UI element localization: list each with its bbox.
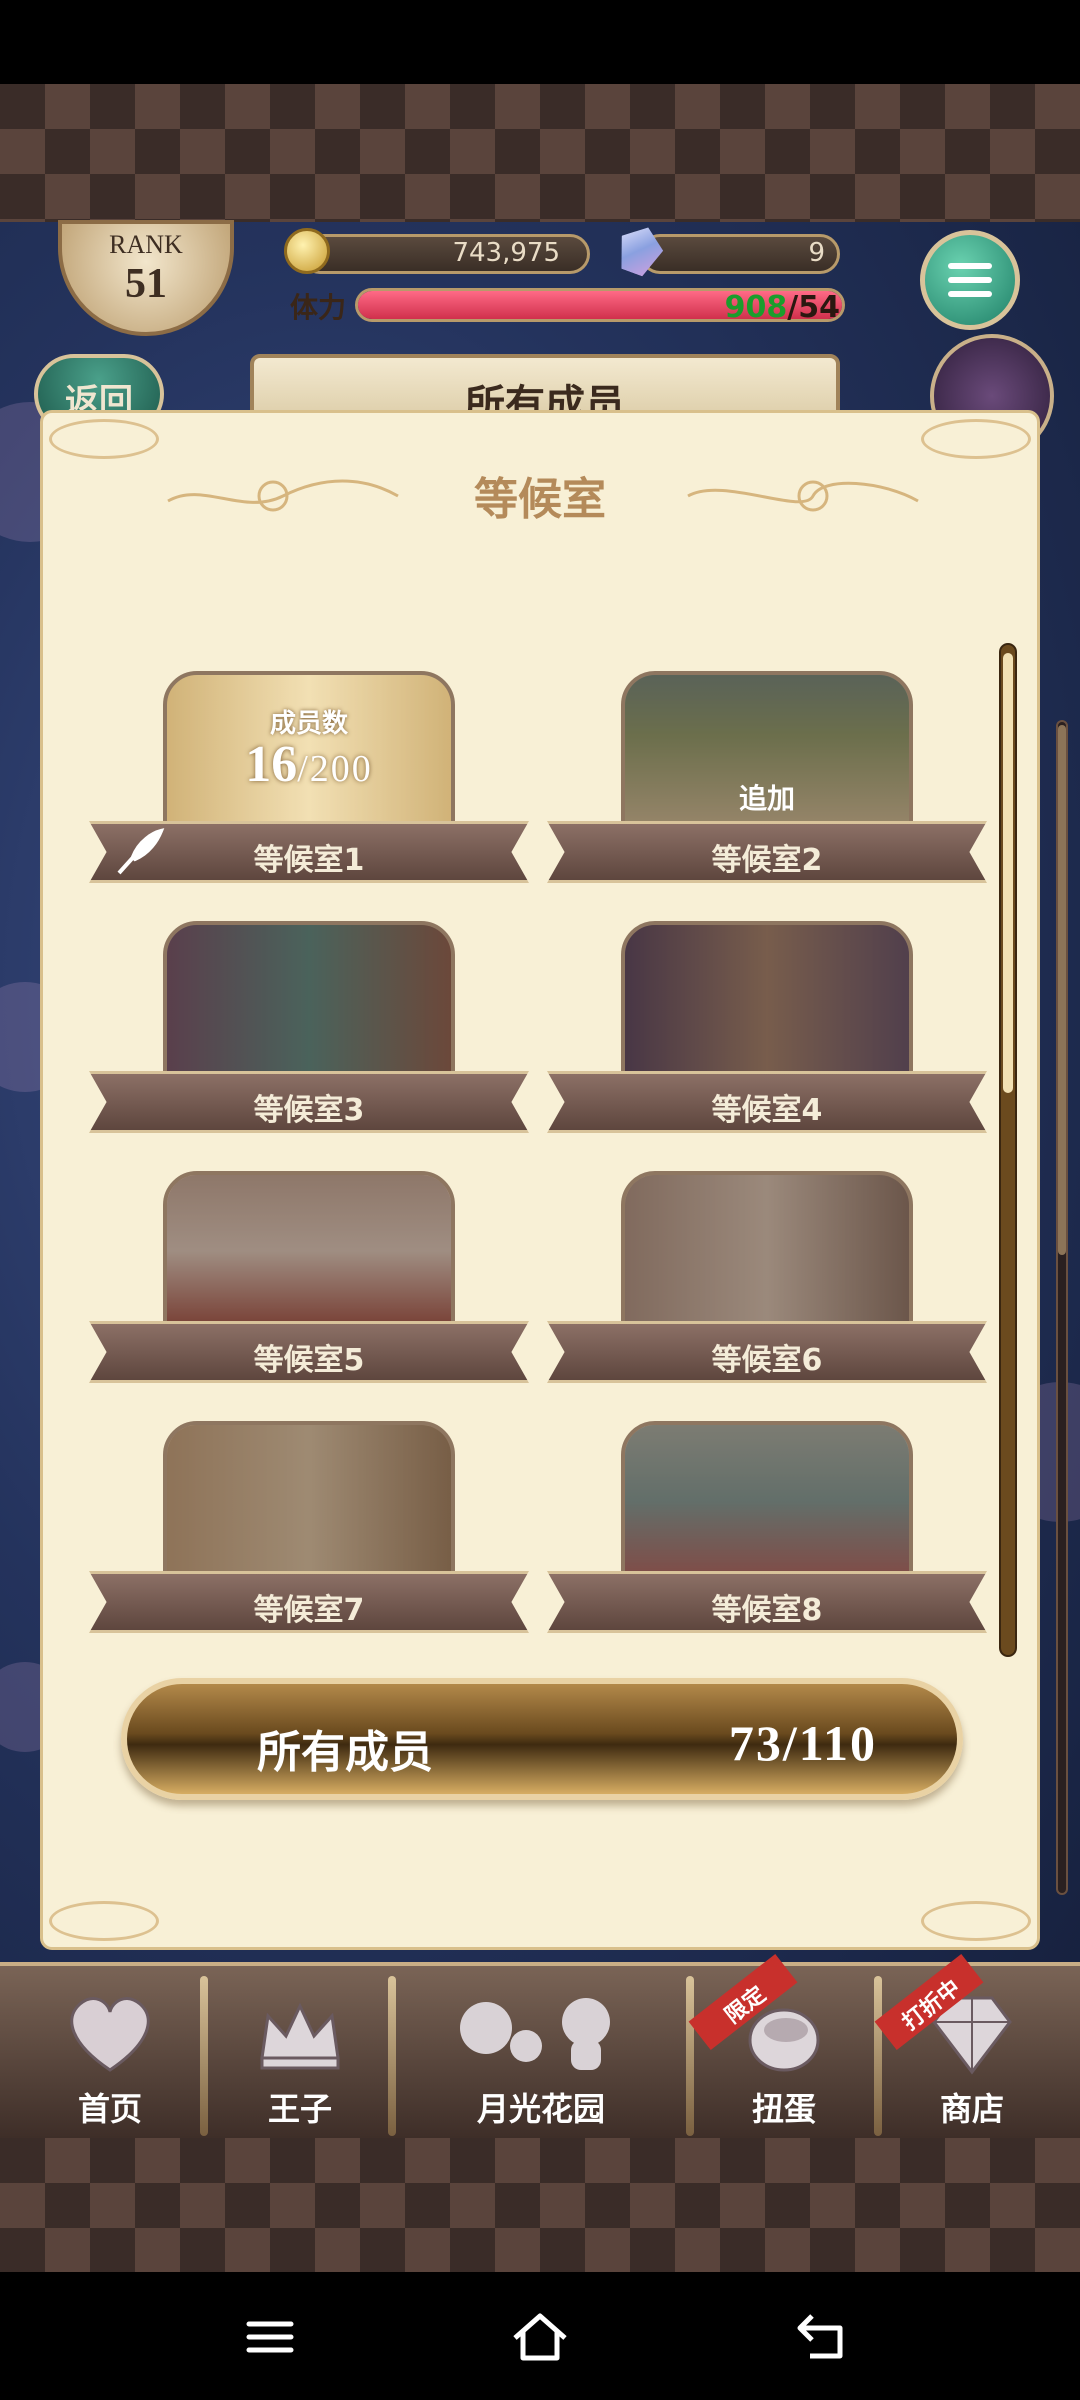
room-card-3[interactable]: 等候室3 [89,921,529,1133]
system-nav-bar [0,2272,1080,2400]
nav-label: 王子 [267,2090,332,2128]
heart-icon [70,1997,150,2072]
nav-divider [388,1976,396,2136]
room-name: 等候室6 [711,1343,823,1378]
gem-value: 9 [808,238,825,268]
corner-ornament-icon [921,419,1031,459]
room-thumbnail [163,1421,455,1581]
decorative-pattern-bottom [0,2138,1080,2272]
room-thumbnail [163,1171,455,1331]
nav-divider [200,1976,208,2136]
corner-ornament-icon [49,419,159,459]
outer-scrollbar-thumb[interactable] [1058,725,1066,1255]
nav-divider [874,1976,882,2136]
corner-ornament-icon [921,1901,1031,1941]
nav-label: 月光花园 [476,2090,605,2128]
nav-label: 首页 [77,2090,142,2128]
room-card-2[interactable]: 追加 等候室2 [547,671,987,883]
stamina-current: 908 [724,290,788,325]
room-card-7[interactable]: 等候室7 [89,1421,529,1633]
room-name: 等候室3 [253,1093,365,1128]
room-thumbnail [621,1421,913,1581]
room-name: 等候室5 [253,1343,365,1378]
rank-label: RANK [109,230,183,259]
room-name: 等候室2 [711,843,823,878]
nav-prince[interactable]: 王子 [210,1966,390,2142]
room-thumbnail [621,921,913,1081]
room-name: 等候室7 [253,1593,365,1628]
decorative-pattern-top [0,84,1080,222]
room-card-4[interactable]: 等候室4 [547,921,987,1133]
nav-divider [686,1976,694,2136]
room-name: 等候室8 [711,1593,823,1628]
members-count: 16/200 [245,736,373,793]
recent-apps-icon[interactable] [235,2302,305,2372]
garden-characters-icon [460,1998,610,2070]
room-card-6[interactable]: 等候室6 [547,1171,987,1383]
screen: { "header": { "rank_label": "RANK", "ran… [0,0,1080,2400]
nav-label: 扭蛋 [751,2090,816,2128]
gold-value: 743,975 [452,238,560,268]
waiting-room-panel: 等候室 成员数 16/200 等候室1 追加 等候室2 等候室3 等候室4 等候… [40,410,1040,1950]
all-members-count: 73/110 [728,1715,877,1771]
rank-value: 51 [125,261,167,307]
menu-button[interactable] [920,230,1020,330]
add-room-label: 追加 [738,782,795,815]
back-arrow-icon[interactable] [790,2302,860,2372]
room-card-1[interactable]: 成员数 16/200 等候室1 [89,671,529,883]
room-name: 等候室4 [711,1093,823,1128]
stamina-max: /54 [787,290,840,325]
flourish-right-icon [687,480,919,512]
nav-moonlight-garden[interactable]: 月光花园 [396,1966,686,2142]
nav-shop[interactable]: 打折中 商店 [874,1953,1062,2142]
corner-ornament-icon [49,1901,159,1941]
stamina-value: 908/54 [660,290,840,325]
crown-icon [260,2002,340,2070]
bottom-nav: 首页 王子 月光花园 限定 扭蛋 打折中 商店 [0,1953,1080,2138]
room-name: 等候室1 [253,843,365,878]
stamina-label: 体力 [290,291,347,324]
room-thumbnail [163,921,455,1081]
hamburger-menu-icon [948,263,992,297]
all-members-label: 所有成员 [257,1727,433,1778]
nav-gacha[interactable]: 限定 扭蛋 [688,1953,874,2142]
all-members-button[interactable]: 所有成员 73/110 [121,1678,963,1800]
gold-coin-icon [284,228,330,274]
nav-label: 商店 [939,2090,1004,2128]
room-card-5[interactable]: 等候室5 [89,1171,529,1383]
room-thumbnail [621,1171,913,1331]
home-icon[interactable] [505,2302,575,2372]
room-card-8[interactable]: 等候室8 [547,1421,987,1633]
room-list-scrollbar-thumb[interactable] [1003,653,1013,1093]
nav-home[interactable]: 首页 [20,1966,200,2142]
